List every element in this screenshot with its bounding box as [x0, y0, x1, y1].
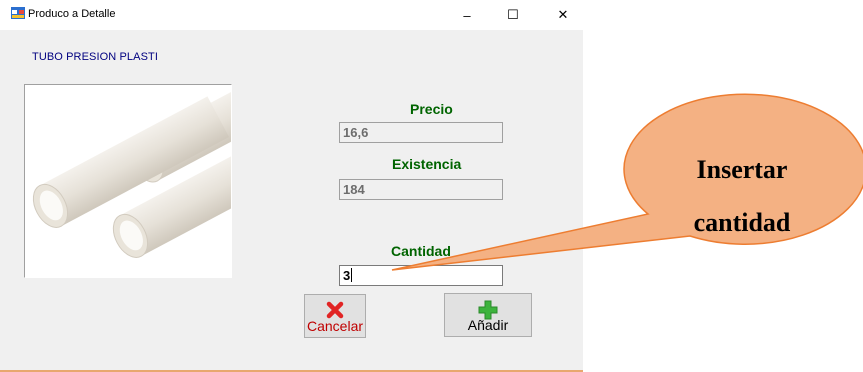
- callout-annotation: Insertar cantidad: [391, 93, 863, 271]
- callout-line-2: cantidad: [694, 208, 791, 237]
- callout-bubble: [391, 93, 863, 271]
- callout-line-1: Insertar: [697, 155, 788, 184]
